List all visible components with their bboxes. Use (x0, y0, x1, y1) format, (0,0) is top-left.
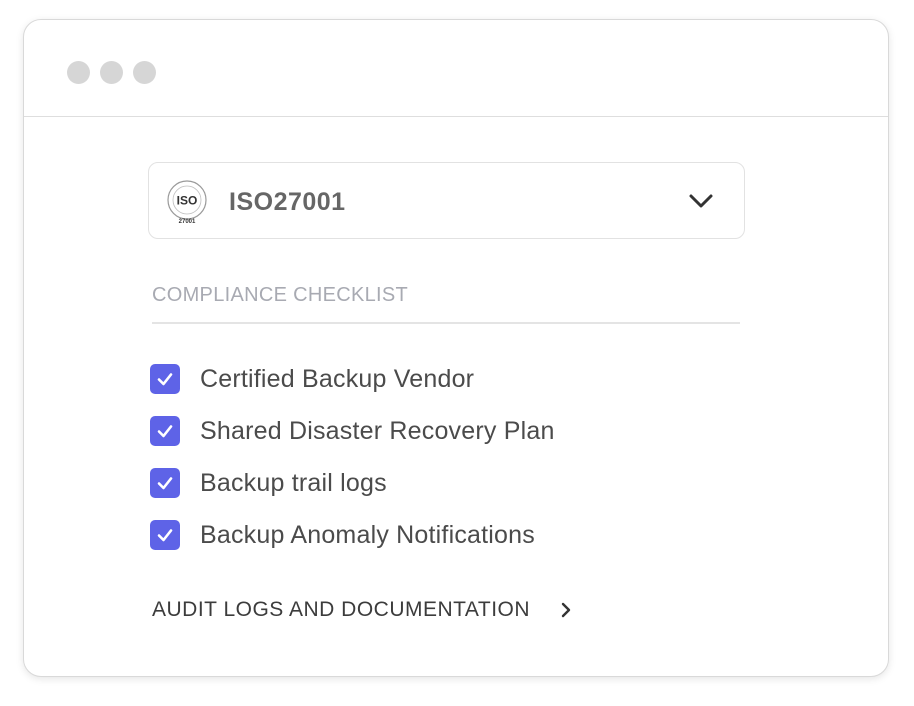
checklist-item[interactable]: Backup Anomaly Notifications (150, 509, 555, 561)
checklist-item-label: Certified Backup Vendor (200, 364, 475, 393)
check-icon (157, 425, 173, 438)
svg-text:ISO: ISO (177, 194, 198, 208)
check-icon (157, 529, 173, 542)
title-bar (24, 20, 888, 117)
svg-text:27001: 27001 (179, 219, 196, 225)
checklist-item-label: Backup Anomaly Notifications (200, 520, 535, 549)
audit-logs-link[interactable]: AUDIT LOGS AND DOCUMENTATION (152, 598, 574, 622)
compliance-checklist: Certified Backup Vendor Shared Disaster … (150, 353, 555, 561)
standard-select[interactable]: ISO 27001 ISO27001 (148, 162, 745, 239)
checkbox[interactable] (150, 520, 180, 550)
checkbox[interactable] (150, 364, 180, 394)
check-icon (157, 373, 173, 386)
checkbox[interactable] (150, 468, 180, 498)
audit-logs-label: AUDIT LOGS AND DOCUMENTATION (152, 598, 531, 621)
check-icon (157, 477, 173, 490)
chevron-down-icon (689, 194, 713, 208)
app-window (23, 19, 889, 677)
section-title: COMPLIANCE CHECKLIST (152, 284, 409, 306)
chevron-right-icon (561, 602, 571, 618)
iso-logo-icon: ISO 27001 (167, 180, 207, 225)
checklist-item[interactable]: Backup trail logs (150, 457, 555, 509)
checkbox[interactable] (150, 416, 180, 446)
checklist-item-label: Shared Disaster Recovery Plan (200, 416, 555, 445)
checklist-item-label: Backup trail logs (200, 468, 387, 497)
window-dot-maximize[interactable] (133, 61, 156, 84)
checklist-item[interactable]: Certified Backup Vendor (150, 353, 555, 405)
window-dot-minimize[interactable] (100, 61, 123, 84)
window-controls (67, 61, 156, 84)
checklist-item[interactable]: Shared Disaster Recovery Plan (150, 405, 555, 457)
section-divider (152, 322, 740, 324)
window-dot-close[interactable] (67, 61, 90, 84)
select-value: ISO27001 (229, 188, 346, 216)
